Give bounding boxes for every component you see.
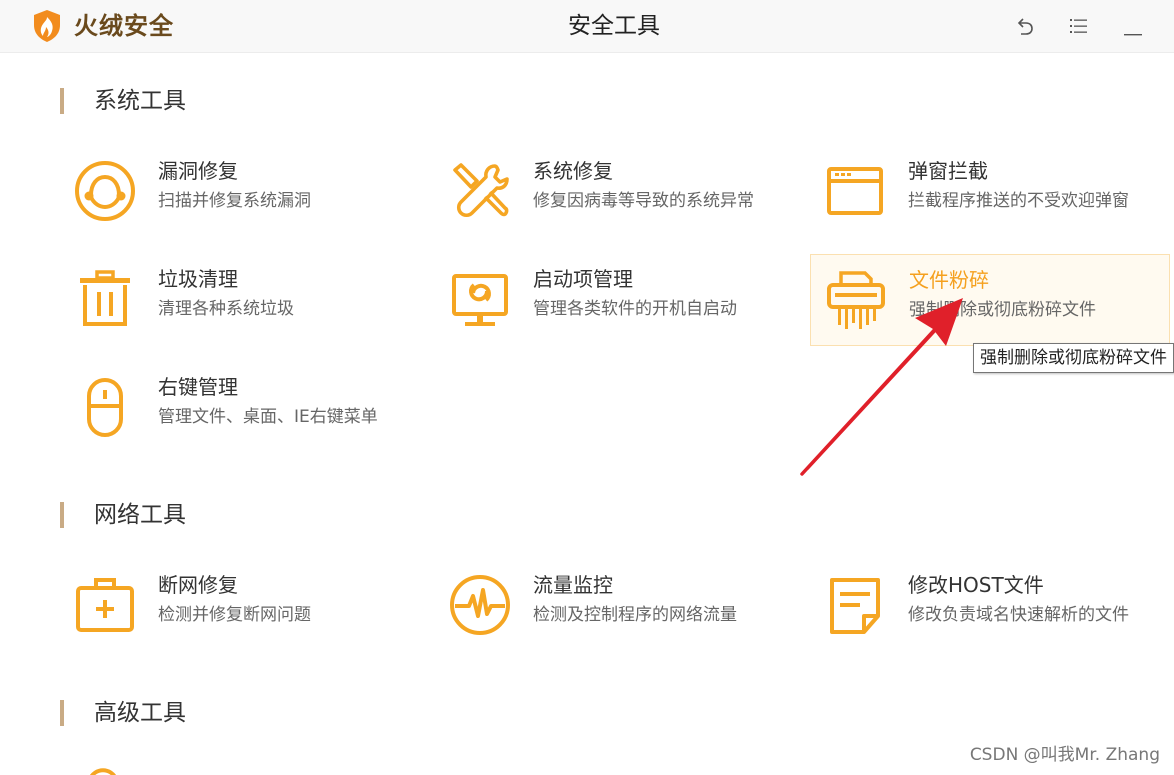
title-bar: 火绒安全 安全工具 (0, 0, 1174, 53)
vulnerability-fix-icon (74, 160, 136, 222)
note-document-icon (824, 574, 886, 636)
tool-startup-manager[interactable]: 启动项管理 管理各类软件的开机自启动 (435, 254, 795, 346)
tool-name: 断网修复 (158, 573, 238, 597)
traffic-wave-icon (449, 574, 511, 636)
back-icon[interactable] (1013, 14, 1037, 38)
tool-name: 流量监控 (533, 573, 613, 597)
tool-description: 拦截程序推送的不受欢迎弹窗 (908, 191, 1129, 211)
tooltip: 强制删除或彻底粉碎文件 (973, 343, 1174, 373)
advanced-tool-icon[interactable] (88, 764, 118, 775)
tool-description: 管理文件、桌面、IE右键菜单 (158, 407, 378, 427)
popup-window-icon (824, 160, 886, 222)
tool-name: 漏洞修复 (158, 159, 238, 183)
tool-network-repair[interactable]: 断网修复 检测并修复断网问题 (60, 560, 420, 652)
tool-context-menu-manager[interactable]: 右键管理 管理文件、桌面、IE右键菜单 (60, 362, 420, 454)
tool-description: 修复因病毒等导致的系统异常 (533, 191, 754, 211)
tool-description: 检测及控制程序的网络流量 (533, 605, 737, 625)
tool-name: 系统修复 (533, 159, 613, 183)
shredder-icon (825, 269, 887, 331)
tool-name: 弹窗拦截 (908, 159, 988, 183)
trash-can-icon (74, 268, 136, 330)
section-title-system-tools: 系统工具 (60, 87, 186, 115)
tool-popup-block[interactable]: 弹窗拦截 拦截程序推送的不受欢迎弹窗 (810, 146, 1170, 238)
minimize-icon[interactable] (1121, 14, 1145, 38)
tool-vulnerability-fix[interactable]: 漏洞修复 扫描并修复系统漏洞 (60, 146, 420, 238)
tool-description: 检测并修复断网问题 (158, 605, 311, 625)
monitor-startup-icon (449, 268, 511, 330)
menu-icon[interactable] (1067, 14, 1091, 38)
tool-edit-hosts-file[interactable]: 修改HOST文件 修改负责域名快速解析的文件 (810, 560, 1170, 652)
csdn-watermark: CSDN @叫我Mr. Zhang (969, 745, 1160, 765)
section-title-advanced-tools: 高级工具 (60, 699, 186, 727)
tool-name: 文件粉碎 (909, 268, 989, 292)
tool-description: 强制删除或彻底粉碎文件 (909, 300, 1096, 320)
tool-name: 启动项管理 (533, 267, 633, 291)
section-title-network-tools: 网络工具 (60, 501, 186, 529)
tool-description: 管理各类软件的开机自启动 (533, 299, 737, 319)
tool-description: 扫描并修复系统漏洞 (158, 191, 311, 211)
tool-name: 修改HOST文件 (908, 573, 1044, 597)
tool-name: 垃圾清理 (158, 267, 238, 291)
tool-name: 右键管理 (158, 375, 238, 399)
first-aid-kit-icon (74, 574, 136, 636)
tool-junk-clean[interactable]: 垃圾清理 清理各种系统垃圾 (60, 254, 420, 346)
tool-description: 修改负责域名快速解析的文件 (908, 605, 1129, 625)
tool-description: 清理各种系统垃圾 (158, 299, 294, 319)
tool-file-shredder[interactable]: 文件粉碎 强制删除或彻底粉碎文件 (810, 254, 1170, 346)
tool-system-repair[interactable]: 系统修复 修复因病毒等导致的系统异常 (435, 146, 795, 238)
mouse-icon (74, 376, 136, 438)
window-title: 安全工具 (568, 13, 660, 39)
tool-traffic-monitor[interactable]: 流量监控 检测及控制程序的网络流量 (435, 560, 795, 652)
wrench-screwdriver-icon (449, 160, 511, 222)
